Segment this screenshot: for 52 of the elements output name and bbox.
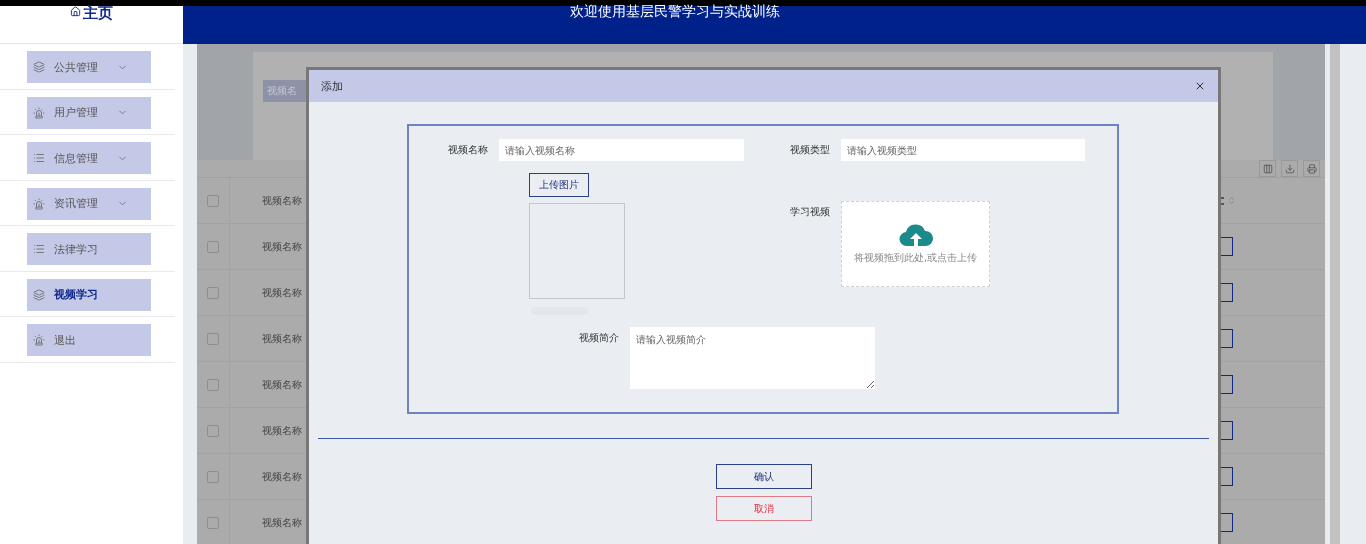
field-label: 学习视频 [789, 205, 830, 219]
field-label: 视频类型 [789, 143, 830, 157]
video-name-field[interactable]: 请输入视频名称 [499, 139, 744, 161]
dialog-title: 添加 [321, 78, 343, 94]
sidebar-item[interactable]: 公共管理 [27, 51, 151, 83]
columns-icon[interactable] [1259, 160, 1276, 177]
table-cell: 视频名称 [262, 239, 302, 254]
checkbox[interactable] [207, 378, 219, 391]
printer-icon[interactable] [1303, 160, 1320, 177]
layers-icon [33, 61, 45, 73]
column-header: 视频名称 [262, 193, 302, 208]
table-cell: 视频名称 [262, 331, 302, 346]
checkbox[interactable] [207, 194, 219, 207]
cloud-upload-icon [898, 223, 933, 247]
sidebar-item[interactable]: 退出 [27, 324, 151, 356]
list-icon [33, 243, 45, 255]
sidebar-item[interactable]: 资讯管理 [27, 187, 151, 220]
logo-title: 主页 [83, 6, 113, 20]
video-dropzone[interactable]: 将视频拖到此处,或点击上传 [841, 201, 990, 287]
confirm-button[interactable]: 确认 [715, 464, 812, 489]
sidebar-item[interactable]: 信息管理 [27, 142, 151, 174]
field-label: 视频简介 [579, 331, 619, 345]
table-cell: 视频名称 [262, 469, 302, 484]
sidebar-item[interactable]: 视频学习 [27, 278, 151, 311]
alarm-light-icon [33, 197, 45, 210]
alarm-light-icon [33, 106, 45, 119]
checkbox[interactable] [207, 286, 219, 299]
table-cell: 视频名称 [262, 515, 302, 530]
scrollbar[interactable] [1330, 44, 1340, 544]
layers-icon [33, 288, 45, 301]
cancel-button[interactable]: 取消 [715, 496, 812, 521]
checkbox[interactable] [207, 332, 219, 345]
checkbox[interactable] [207, 516, 219, 529]
video-intro-field[interactable]: 请输入视频简介 [630, 327, 875, 389]
list-icon [33, 152, 45, 164]
video-type-field[interactable]: 请输入视频类型 [841, 139, 1085, 161]
checkbox[interactable] [207, 424, 219, 437]
table-cell: 视频名称 [262, 285, 302, 300]
checkbox[interactable] [207, 240, 219, 253]
close-button[interactable] [1194, 80, 1206, 92]
checkbox[interactable] [207, 470, 219, 483]
sidebar-item[interactable]: 用户管理 [27, 96, 151, 129]
sidebar-item[interactable]: 法律学习 [27, 233, 151, 265]
field-label: 视频名称 [447, 143, 488, 157]
table-cell: 视频名称 [262, 423, 302, 438]
upload-image-button[interactable]: 上传图片 [529, 173, 589, 197]
header-title: 欢迎使用基层民警学习与实战训练 [569, 4, 780, 21]
alarm-light-icon [33, 334, 45, 346]
home-icon [70, 6, 81, 17]
download-icon[interactable] [1281, 160, 1298, 177]
sort-icon[interactable] [1227, 196, 1236, 205]
table-cell: 视频名称 [262, 377, 302, 392]
